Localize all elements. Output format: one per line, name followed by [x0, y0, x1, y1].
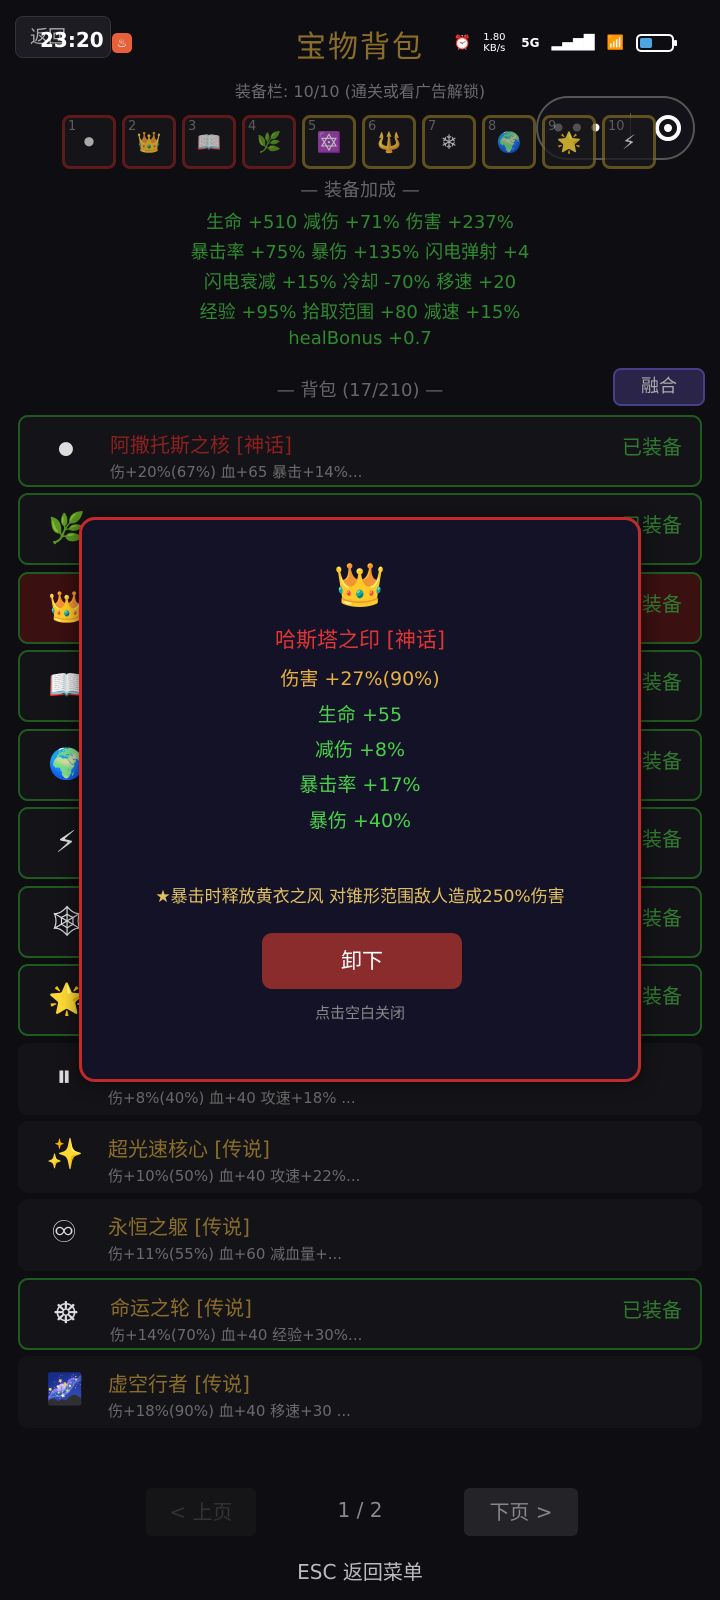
slot-item-icon: 🌍	[496, 130, 522, 154]
equipment-slot[interactable]: 7 ❄	[422, 115, 476, 169]
fuse-button[interactable]: 融合	[613, 368, 705, 406]
net-speed: 1.80 KB/s	[483, 32, 506, 54]
slot-number: 5	[308, 119, 317, 134]
slot-number: 9	[548, 119, 557, 134]
item-icon: ♾	[50, 1215, 78, 1250]
slot-item-icon: ⚫	[80, 130, 98, 154]
modal-stat: 生命 +55	[317, 704, 403, 726]
modal-item-name: 哈斯塔之印 [神话]	[274, 628, 446, 652]
equipped-label: 已装备	[622, 1298, 682, 1322]
status-icons: ⏰ 1.80 KB/s 5G ▂▄▆█ 📶	[453, 32, 677, 54]
equipped-label: 已装备	[622, 435, 682, 459]
item-name: 命运之轮 [传说]	[110, 1296, 252, 1320]
item-row[interactable]: ✨ 超光速核心 [传说] 伤+10%(50%) 血+40 攻速+22%...	[18, 1121, 702, 1193]
bonus-line: 经验 +95% 拾取范围 +80 减速 +15%	[199, 302, 521, 323]
item-stats: 伤+10%(50%) 血+40 攻速+22%...	[108, 1167, 361, 1185]
item-stats: 伤+14%(70%) 血+40 经验+30%...	[110, 1326, 363, 1344]
crown-icon: 👑	[333, 560, 387, 609]
slot-number: 7	[428, 119, 437, 134]
item-detail-modal: 👑 哈斯塔之印 [神话] 伤害 +27%(90%) 生命 +55 减伤 +8% …	[79, 517, 641, 1082]
wifi-icon: 📶	[606, 35, 624, 51]
alarm-icon: ⏰	[453, 35, 472, 51]
slot-item-icon: 👑	[136, 130, 162, 154]
slot-item-icon: 🌿	[256, 130, 282, 154]
slot-item-icon: 🔱	[376, 130, 402, 154]
item-name: 永恒之躯 [传说]	[108, 1215, 250, 1239]
page-indicator: 1 / 2	[337, 1498, 383, 1522]
item-stats: 伤+20%(67%) 血+65 暴击+14%...	[110, 463, 363, 481]
close-hint: 点击空白关闭	[314, 1004, 405, 1022]
modal-stat: 伤害 +27%(90%)	[280, 668, 440, 690]
equipment-slot[interactable]: 3 📖	[182, 115, 236, 169]
equipment-slot[interactable]: 9 🌟	[542, 115, 596, 169]
item-icon: ☸	[52, 1296, 80, 1331]
modal-stat: 暴击率 +17%	[299, 774, 421, 796]
network-label: 5G	[521, 36, 540, 50]
slot-number: 3	[188, 119, 197, 134]
equipment-slot[interactable]: 4 🌿	[242, 115, 296, 169]
bag-title: — 背包 (17/210) —	[276, 380, 444, 401]
slot-number: 1	[68, 119, 77, 134]
item-name: 虚空行者 [传说]	[108, 1372, 250, 1396]
equipment-slot[interactable]: 2 👑	[122, 115, 176, 169]
bonus-line: 暴击率 +75% 暴伤 +135% 闪电弹射 +4	[190, 242, 530, 263]
slots-info: 装备栏: 10/10 (通关或看广告解锁)	[234, 82, 486, 101]
slot-item-icon: ❄	[440, 130, 458, 154]
slot-item-icon: 🌟	[556, 130, 582, 154]
signal-icon: ▂▄▆█	[551, 35, 595, 51]
equipment-slot[interactable]: 8 🌍	[482, 115, 536, 169]
item-row[interactable]: ☸ 命运之轮 [传说] 伤+14%(70%) 血+40 经验+30%... 已装备	[18, 1278, 702, 1350]
bonus-line: 闪电衰减 +15% 冷却 -70% 移速 +20	[203, 272, 517, 293]
esc-hint: ESC 返回菜单	[297, 1560, 423, 1584]
slot-item-icon: 🔯	[316, 130, 342, 154]
equipment-slot[interactable]: 5 🔯	[302, 115, 356, 169]
item-row[interactable]: 🌌 虚空行者 [传说] 伤+18%(90%) 血+40 移速+30 ...	[18, 1356, 702, 1428]
item-row[interactable]: ♾ 永恒之躯 [传说] 伤+11%(55%) 血+60 减血量+...	[18, 1199, 702, 1271]
bonus-line: healBonus +0.7	[288, 328, 432, 349]
slot-number: 6	[368, 119, 377, 134]
slot-number: 4	[248, 119, 257, 134]
item-stats: 伤+8%(40%) 血+40 攻速+18% ...	[108, 1089, 356, 1107]
item-name: 超光速核心 [传说]	[108, 1137, 270, 1161]
equipment-slot[interactable]: 10 ⚡	[602, 115, 656, 169]
item-icon: ⏸	[56, 1059, 72, 1094]
item-stats: 伤+18%(90%) 血+40 移速+30 ...	[108, 1402, 351, 1420]
item-icon: 🌌	[46, 1372, 84, 1407]
slot-number: 10	[608, 119, 625, 134]
item-icon: ✨	[46, 1137, 84, 1172]
slot-number: 8	[488, 119, 497, 134]
prev-page-button[interactable]: < 上页	[146, 1488, 256, 1536]
next-page-button[interactable]: 下页 >	[464, 1488, 578, 1536]
equipment-slot[interactable]: 1 ⚫	[62, 115, 116, 169]
close-mini-program-icon[interactable]	[654, 115, 681, 141]
equipment-slots: 1 ⚫ 2 👑 3 📖 4 🌿 5 🔯 6 🔱 7 ❄ 8 🌍 9 🌟 10 ⚡	[62, 115, 656, 169]
modal-skill-desc: ★暴击时释放黄衣之风 对锥形范围敌人造成250%伤害	[155, 887, 565, 907]
bonus-line: 生命 +510 减伤 +71% 伤害 +237%	[206, 212, 514, 233]
slot-number: 2	[128, 119, 137, 134]
slot-item-icon: 📖	[196, 130, 222, 154]
item-stats: 伤+11%(55%) 血+60 减血量+...	[108, 1245, 343, 1263]
item-name: 阿撒托斯之核 [神话]	[110, 433, 292, 457]
bonus-title: — 装备加成 —	[300, 180, 420, 201]
equipment-slot[interactable]: 6 🔱	[362, 115, 416, 169]
modal-stat: 暴伤 +40%	[308, 810, 412, 832]
unequip-button[interactable]: 卸下	[262, 933, 462, 989]
item-row[interactable]: ⚫ 阿撒托斯之核 [神话] 伤+20%(67%) 血+65 暴击+14%... 已装备	[18, 415, 702, 487]
battery-icon	[636, 34, 677, 52]
item-icon: ⚫	[53, 433, 79, 468]
modal-stat: 减伤 +8%	[314, 739, 406, 761]
